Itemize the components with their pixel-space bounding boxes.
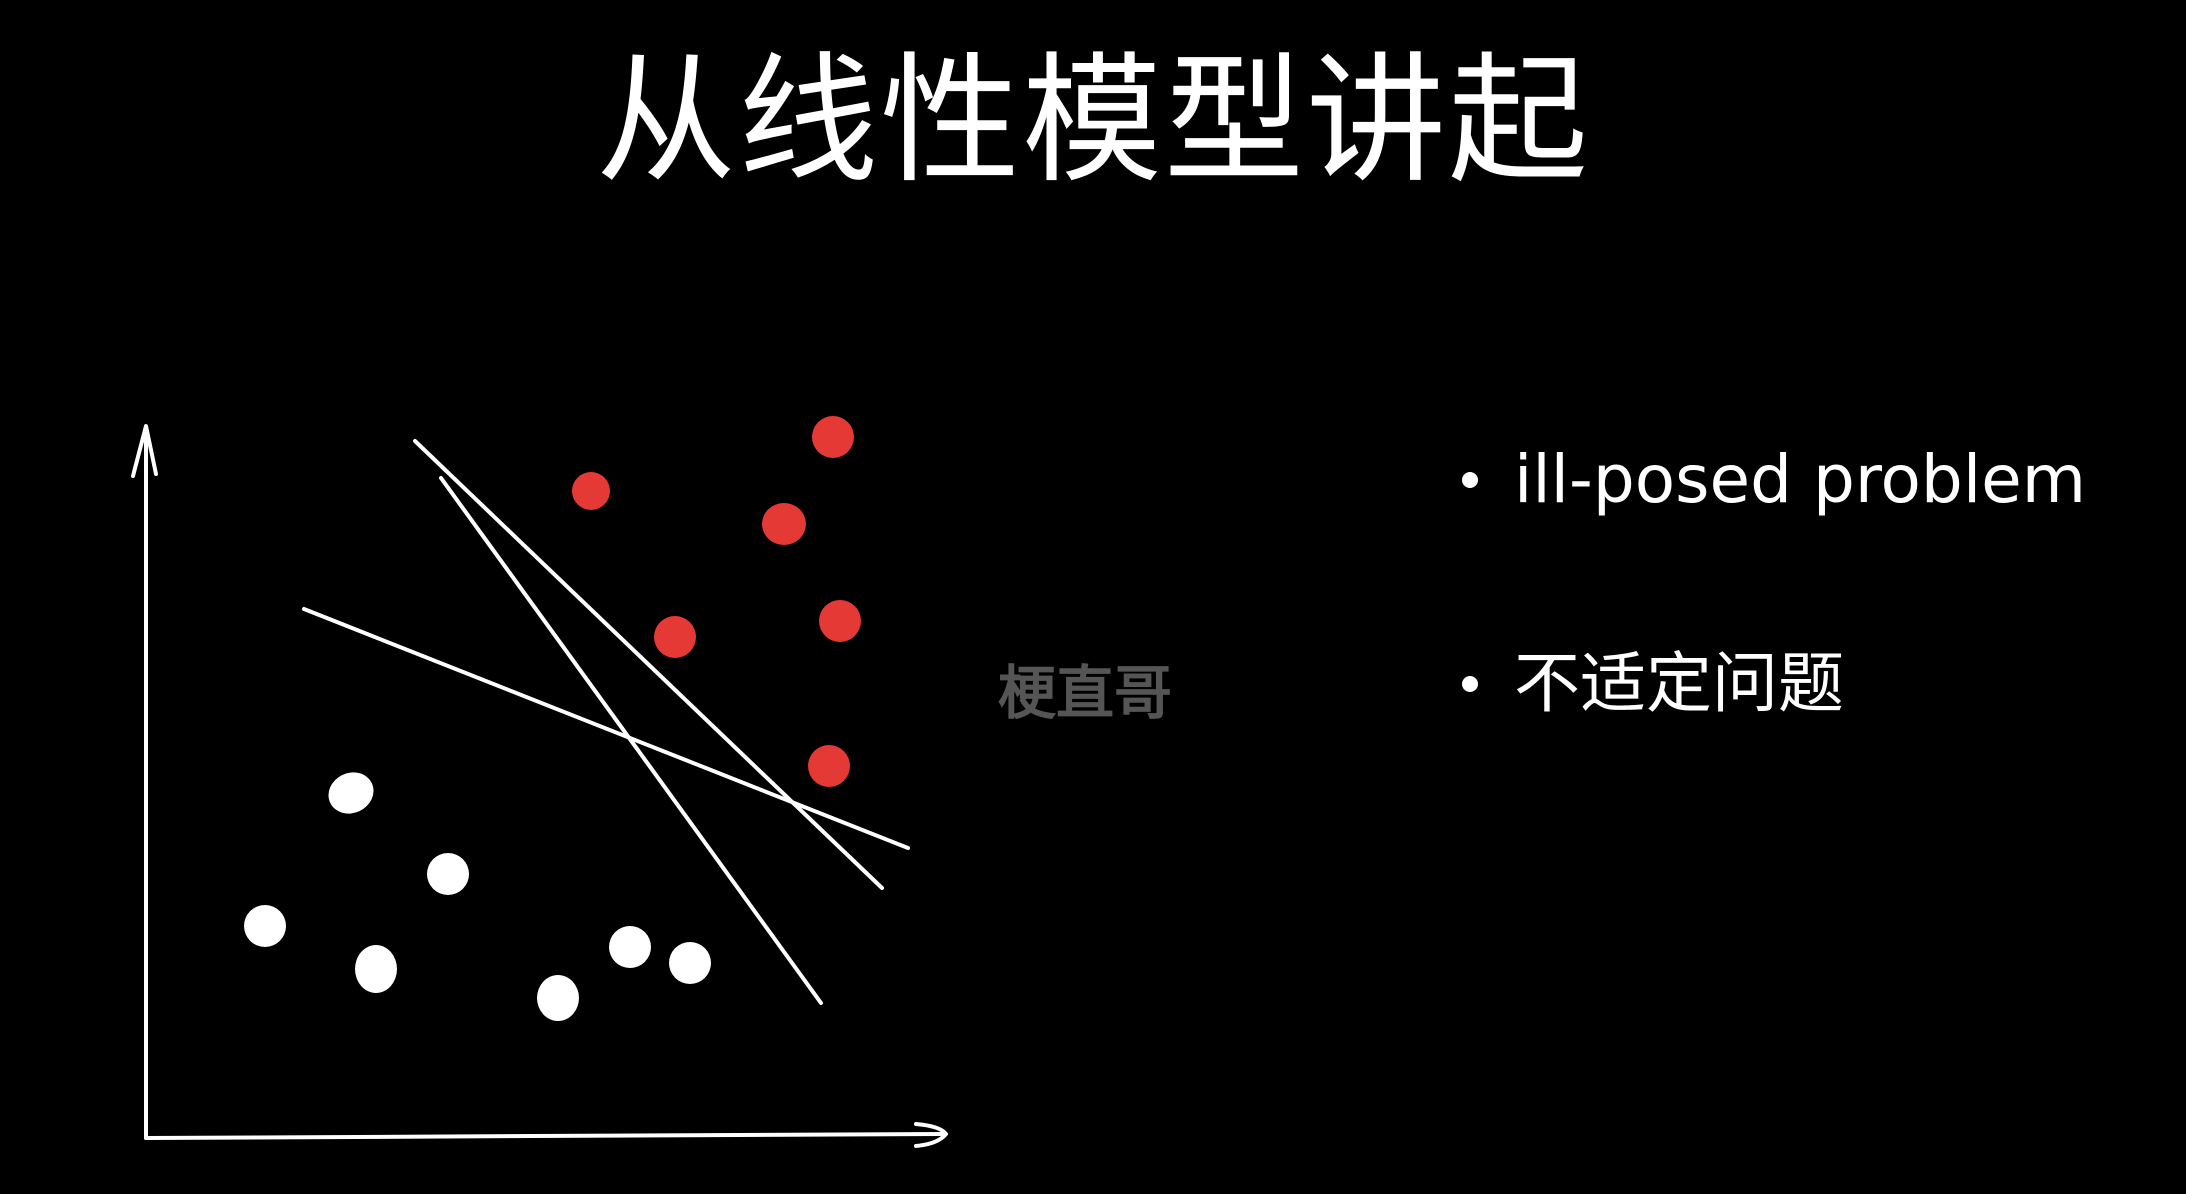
- red-point: [572, 472, 610, 510]
- separating-line-3: [439, 476, 823, 1005]
- bullet-dot-icon: [1462, 676, 1478, 692]
- bullet-dot-icon: [1462, 472, 1478, 488]
- white-point: [609, 926, 651, 968]
- white-point: [669, 942, 711, 984]
- separating-line-1: [302, 607, 910, 850]
- bullet-item: 不适定问题: [1462, 644, 2086, 724]
- watermark: 梗直哥: [998, 659, 1173, 727]
- bullet-item: ill-posed problem: [1462, 440, 2086, 520]
- red-point: [654, 616, 696, 658]
- bullet-text: ill-posed problem: [1514, 441, 2087, 518]
- separating-line-2: [413, 439, 884, 890]
- bullet-list: ill-posed problem 不适定问题: [1462, 440, 2086, 724]
- white-point: [537, 975, 579, 1021]
- red-point: [819, 600, 861, 642]
- white-point: [427, 853, 469, 895]
- separating-lines: [302, 439, 910, 1005]
- white-point: [328, 772, 374, 814]
- white-point: [244, 905, 286, 947]
- white-point: [355, 945, 397, 993]
- white-class-points: [244, 772, 711, 1021]
- red-point: [762, 503, 806, 545]
- red-point: [808, 745, 850, 787]
- x-axis: [144, 1132, 946, 1140]
- bullet-text: 不适定问题: [1514, 645, 1844, 722]
- red-point: [812, 416, 854, 458]
